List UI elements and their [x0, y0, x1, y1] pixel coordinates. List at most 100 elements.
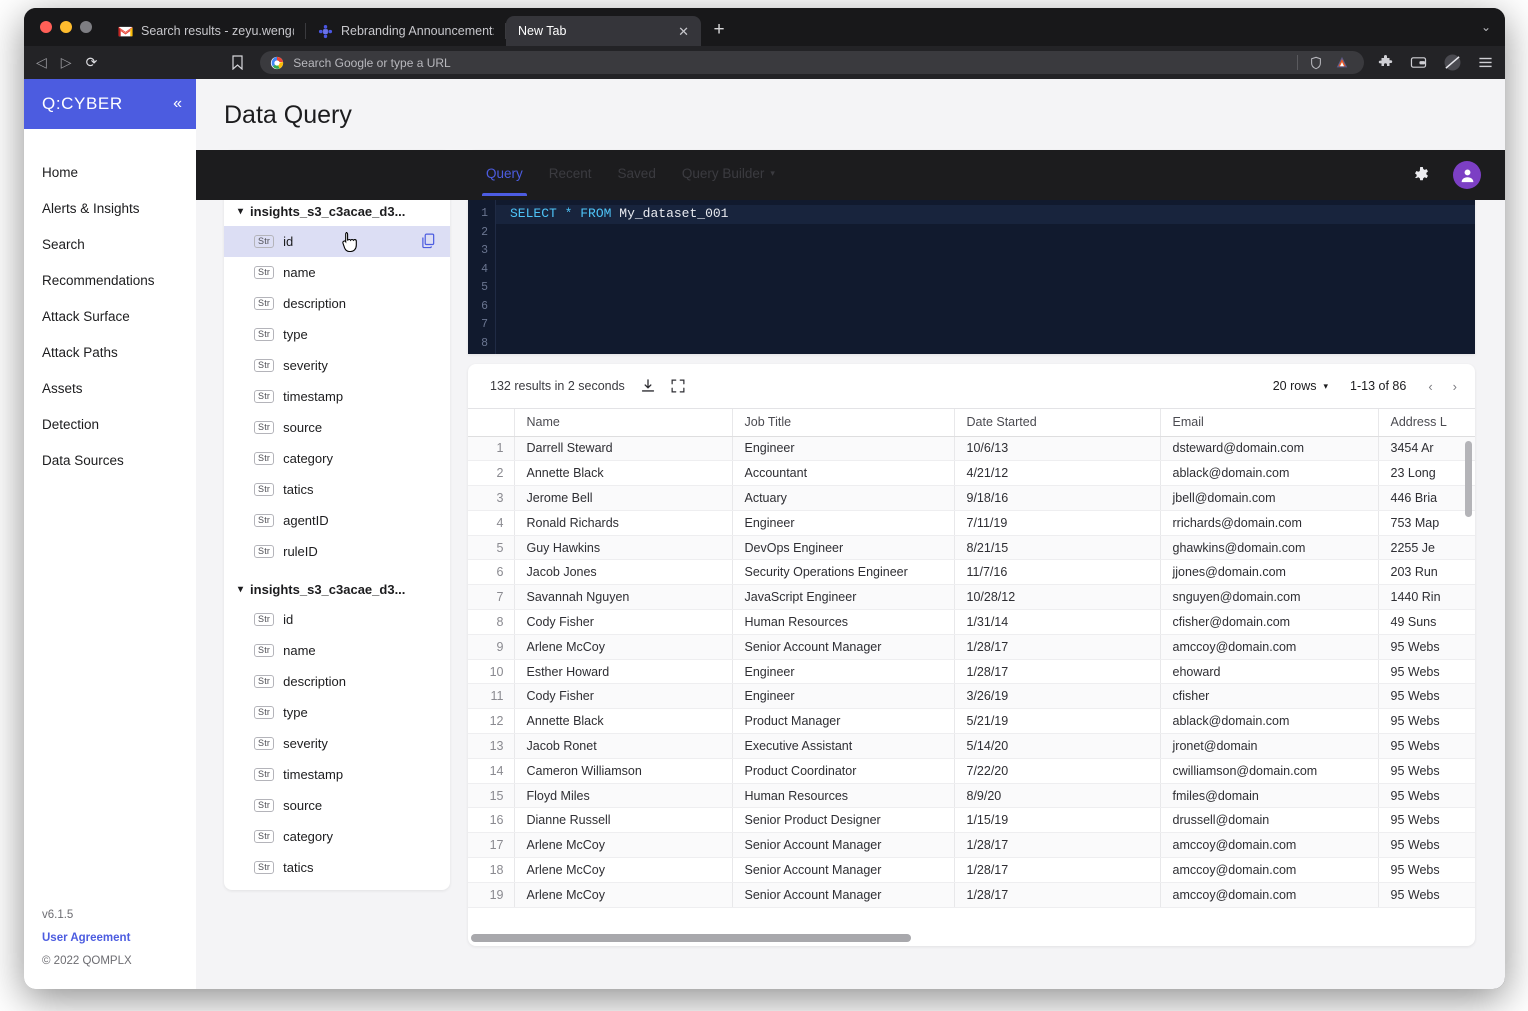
table-row[interactable]: 15 Floyd Miles Human Resources 8/9/20 fmiles… — [468, 783, 1475, 809]
close-tab-icon[interactable]: ✕ — [678, 25, 689, 38]
schema-group-header[interactable]: ▾ insights_s3_c3acae_d3... — [224, 197, 450, 226]
column-header-email[interactable]: Email — [1160, 409, 1379, 437]
new-tab-button[interactable]: + — [705, 16, 733, 44]
table-row[interactable]: 18 Arlene McCoy Senior Account Manager 1/28… — [468, 857, 1475, 883]
minimize-window-button[interactable] — [60, 21, 72, 33]
browser-menu-icon[interactable] — [1478, 55, 1493, 70]
slack-icon — [318, 24, 333, 38]
chevron-down-icon[interactable]: ⌄ — [1481, 20, 1491, 34]
schema-field-timestamp-2[interactable]: Str timestamp — [224, 759, 450, 790]
schema-field-tatics[interactable]: Str tatics — [224, 474, 450, 505]
expand-icon[interactable] — [671, 379, 685, 393]
reload-icon[interactable]: ⟳ — [86, 54, 98, 71]
table-row[interactable]: 6 Jacob Jones Security Operations Engineer… — [468, 559, 1475, 586]
schema-field-timestamp[interactable]: Str timestamp — [224, 381, 450, 412]
forward-icon[interactable]: ▷ — [61, 54, 72, 71]
chevron-down-icon[interactable]: ▾ — [238, 584, 243, 595]
table-row[interactable]: 19 Arlene McCoy Senior Account Manager 1/28… — [468, 882, 1475, 908]
schema-field-description[interactable]: Str description — [224, 288, 450, 319]
rows-per-page-select[interactable]: 20 rows ▾ — [1273, 379, 1328, 393]
sidebar-item-recommendations[interactable]: Recommendations — [24, 262, 196, 298]
table-row[interactable]: 1 Darrell Steward Engineer 10/6/13 dsteward@… — [468, 436, 1475, 462]
field-type-badge: Str — [254, 513, 275, 528]
sidebar-item-attack-surface[interactable]: Attack Surface — [24, 298, 196, 334]
browser-tab-3[interactable]: New Tab ✕ — [506, 16, 701, 46]
sql-editor[interactable]: 1 2 3 4 5 6 7 8 SELECT * FROM My_dataset… — [468, 196, 1475, 354]
table-row[interactable]: 3 Jerome Bell Actuary 9/18/16 jbell@domain.c… — [468, 485, 1475, 511]
table-row[interactable]: 5 Guy Hawkins DevOps Engineer 8/21/15 ghawki… — [468, 535, 1475, 561]
table-row[interactable]: 17 Arlene McCoy Senior Account Manager 1/28… — [468, 832, 1475, 859]
bookmark-icon[interactable] — [231, 55, 244, 70]
column-header-name[interactable]: Name — [514, 409, 733, 437]
schema-field-name[interactable]: Str name — [224, 257, 450, 288]
schema-field-name-2[interactable]: Str name — [224, 635, 450, 666]
column-header-job-title[interactable]: Job Title — [732, 409, 955, 437]
copy-field-icon[interactable] — [421, 233, 436, 252]
schema-field-severity-2[interactable]: Str severity — [224, 728, 450, 759]
column-header-date-started[interactable]: Date Started — [954, 409, 1161, 437]
wallet-icon[interactable] — [1410, 55, 1427, 70]
extensions-puzzle-icon[interactable] — [1378, 54, 1394, 71]
avatar[interactable] — [1453, 161, 1481, 189]
sidebar-item-attack-paths[interactable]: Attack Paths — [24, 334, 196, 370]
address-bar[interactable]: Search Google or type a URL — [260, 51, 1364, 74]
schema-field-source[interactable]: Str source — [224, 412, 450, 443]
schema-field-category[interactable]: Str category — [224, 443, 450, 474]
schema-field-type-2[interactable]: Str type — [224, 697, 450, 728]
sidebar-item-alerts-insights[interactable]: Alerts & Insights — [24, 190, 196, 226]
profile-avatar-icon[interactable] — [1443, 53, 1462, 72]
schema-field-type[interactable]: Str type — [224, 319, 450, 350]
table-row[interactable]: 7 Savannah Nguyen JavaScript Engineer 10/28… — [468, 584, 1475, 611]
table-row[interactable]: 8 Cody Fisher Human Resources 1/31/14 cfishe… — [468, 609, 1475, 635]
browser-tab-2[interactable]: Rebranding Announcement: Survica — [306, 16, 506, 46]
prev-page-button[interactable]: ‹ — [1428, 379, 1432, 394]
sidebar-item-detection[interactable]: Detection — [24, 406, 196, 442]
brave-lion-icon[interactable] — [1334, 56, 1350, 70]
sidebar-item-search[interactable]: Search — [24, 226, 196, 262]
sidebar-item-home[interactable]: Home — [24, 154, 196, 190]
table-row[interactable]: 4 Ronald Richards Engineer 7/11/19 rrichards… — [468, 510, 1475, 536]
download-icon[interactable] — [641, 378, 655, 394]
chevron-down-icon[interactable]: ▾ — [770, 168, 775, 179]
tab-recent[interactable]: Recent — [547, 150, 594, 196]
maximize-window-button[interactable] — [80, 21, 92, 33]
schema-field-category-2[interactable]: Str category — [224, 821, 450, 852]
table-vertical-scrollbar[interactable] — [1465, 441, 1472, 517]
table-row[interactable]: 9 Arlene McCoy Senior Account Manager 1/28/… — [468, 634, 1475, 660]
table-row[interactable]: 11 Cody Fisher Engineer 3/26/19 cfisher 95 We… — [468, 683, 1475, 710]
chevron-down-icon[interactable]: ▾ — [238, 206, 243, 217]
table-row[interactable]: 16 Dianne Russell Senior Product Designer 1… — [468, 807, 1475, 834]
table-horizontal-scrollbar[interactable] — [471, 934, 911, 942]
schema-field-id-2[interactable]: Str id — [224, 604, 450, 635]
gear-icon[interactable] — [1412, 166, 1431, 185]
sidebar-item-data-sources[interactable]: Data Sources — [24, 442, 196, 478]
table-row[interactable]: 13 Jacob Ronet Executive Assistant 5/14/20 j… — [468, 733, 1475, 759]
tab-query[interactable]: Query — [482, 150, 527, 196]
tab-saved[interactable]: Saved — [616, 150, 658, 196]
back-icon[interactable]: ◁ — [36, 54, 47, 71]
table-row[interactable]: 10 Esther Howard Engineer 1/28/17 ehoward 95 … — [468, 659, 1475, 685]
editor-code-area[interactable]: SELECT * FROM My_dataset_001 — [496, 196, 1475, 354]
schema-field-source-2[interactable]: Str source — [224, 790, 450, 821]
schema-field-agentid[interactable]: Str agentID — [224, 505, 450, 536]
schema-field-ruleid[interactable]: Str ruleID — [224, 536, 450, 567]
schema-field-tatics-2[interactable]: Str tatics — [224, 852, 450, 883]
table-row[interactable]: 14 Cameron Williamson Product Coordinator 7… — [468, 758, 1475, 784]
brave-shield-icon[interactable] — [1309, 56, 1323, 70]
table-row[interactable]: 2 Annette Black Accountant 4/21/12 ablack@do… — [468, 460, 1475, 487]
column-header-address[interactable]: Address L — [1378, 409, 1475, 437]
browser-tab-1[interactable]: Search results - zeyu.weng@gmail.c — [106, 16, 306, 46]
tab-query-builder[interactable]: Query Builder ▾ — [680, 150, 777, 196]
close-window-button[interactable] — [40, 21, 52, 33]
schema-field-id[interactable]: Str id — [224, 226, 450, 257]
sidebar-item-assets[interactable]: Assets — [24, 370, 196, 406]
user-agreement-link[interactable]: User Agreement — [42, 932, 178, 944]
next-page-button[interactable]: › — [1453, 379, 1457, 394]
schema-field-severity[interactable]: Str severity — [224, 350, 450, 381]
schema-field-description-2[interactable]: Str description — [224, 666, 450, 697]
schema-group-header[interactable]: ▾ insights_s3_c3acae_d3... — [224, 575, 450, 604]
table-row[interactable]: 12 Annette Black Product Manager 5/21/19 abl… — [468, 708, 1475, 735]
collapse-sidebar-icon[interactable]: « — [173, 95, 182, 113]
cell-date: 10/28/12 — [954, 584, 1161, 611]
results-table-wrapper[interactable]: Name Job Title Date Started Email Addres… — [468, 408, 1475, 946]
